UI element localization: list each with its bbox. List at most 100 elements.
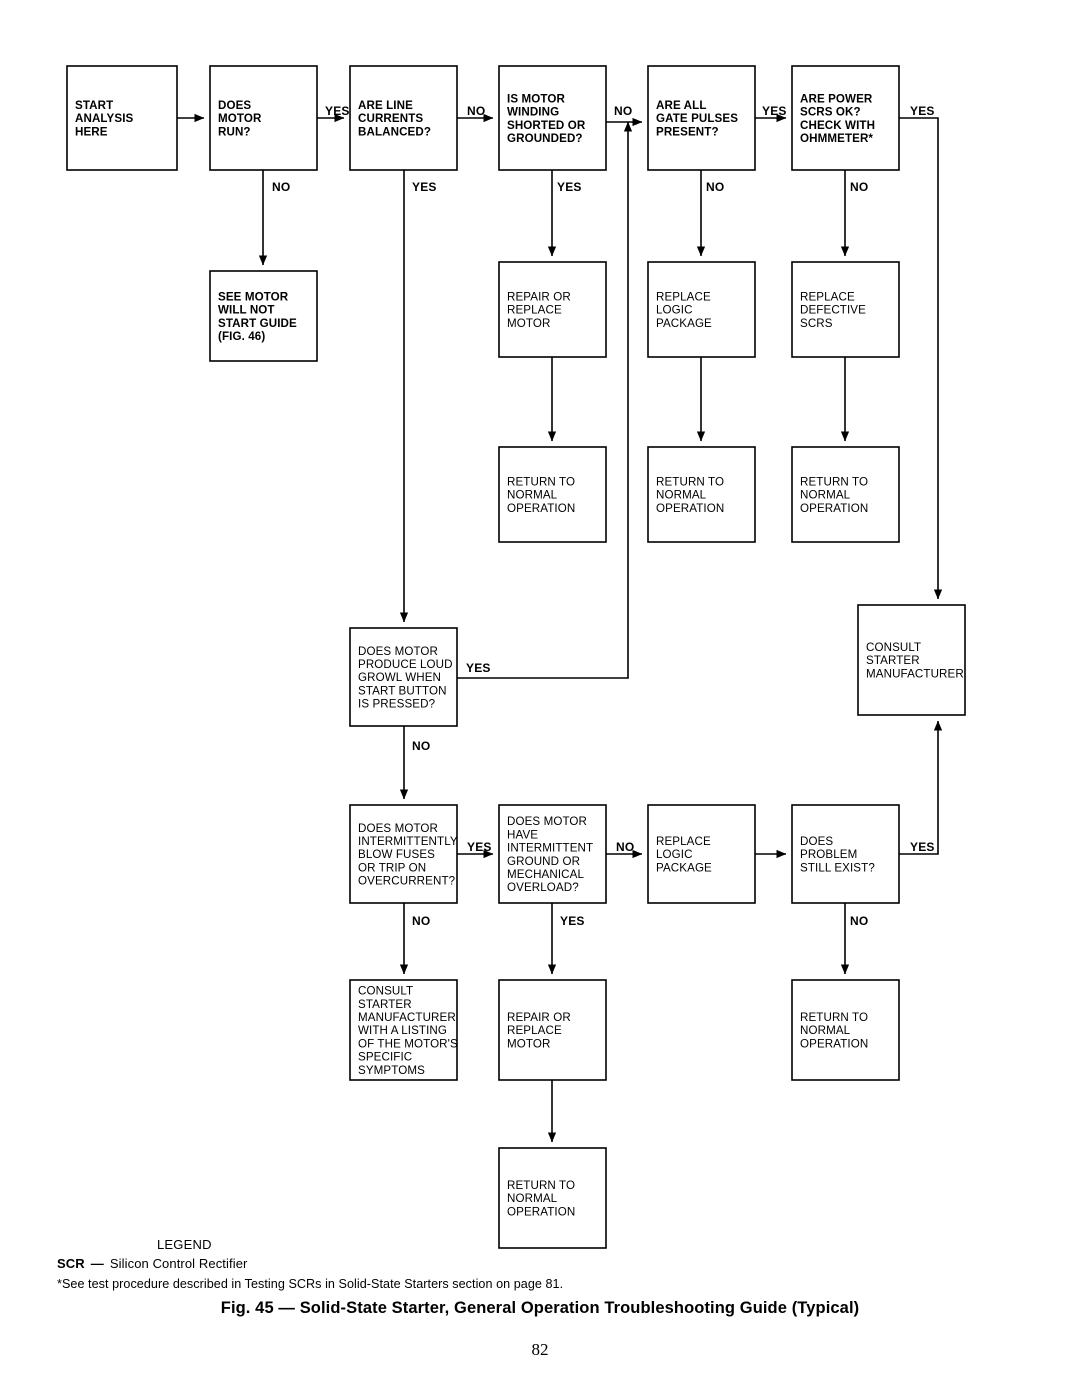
edge-label-blow_fuses-consult2: NO (412, 914, 430, 928)
node-text-return5-line-2: OPERATION (507, 1205, 575, 1218)
node-text-return3-line-1: NORMAL (800, 489, 851, 502)
node-text-return4-line-0: RETURN TO (800, 1011, 868, 1024)
legend-meaning: Silicon Control Rectifier (109, 1256, 248, 1271)
node-scrs_ok: ARE POWERSCRS OK?CHECK WITHOHMMETER* (791, 65, 900, 171)
node-interm_gnd: DOES MOTORHAVEINTERMITTENTGROUND ORMECHA… (498, 804, 607, 904)
node-growl: DOES MOTORPRODUCE LOUDGROWL WHENSTART BU… (349, 627, 458, 727)
node-text-motor_run-line-2: RUN? (218, 125, 251, 138)
node-text-winding-line-2: SHORTED OR (507, 119, 586, 132)
node-text-line_bal-line-2: BALANCED? (358, 125, 431, 138)
node-text-scrs_ok-line-2: CHECK WITH (800, 119, 875, 132)
node-text-repair1-line-2: MOTOR (507, 317, 550, 330)
node-text-line_bal-line-1: CURRENTS (358, 112, 423, 125)
node-start: STARTANALYSISHERE (66, 65, 178, 171)
node-text-repscrs-line-0: REPLACE (800, 291, 855, 304)
node-text-interm_gnd-line-3: GROUND OR (507, 855, 580, 868)
edge-label-gate_pulses-scrs_ok: YES (762, 104, 787, 118)
node-text-interm_gnd-line-0: DOES MOTOR (507, 815, 587, 828)
node-text-replogic2-line-0: REPLACE (656, 835, 711, 848)
node-text-return1-line-2: OPERATION (507, 502, 575, 515)
node-return1: RETURN TONORMALOPERATION (498, 446, 607, 543)
node-text-gate_pulses-line-1: GATE PULSES (656, 112, 738, 125)
edge-label-line_bal-growl: YES (412, 180, 437, 194)
node-replogic2: REPLACELOGICPACKAGE (647, 804, 756, 904)
node-text-return3-line-0: RETURN TO (800, 476, 868, 489)
edge-label-growl-gate_pulses: YES (466, 661, 491, 675)
edge-label-prob_exist-return4: NO (850, 914, 868, 928)
node-text-repair2-line-2: MOTOR (507, 1037, 550, 1050)
node-text-consult2-line-5: SPECIFIC (358, 1051, 412, 1064)
node-text-blow_fuses-line-3: OR TRIP ON (358, 861, 426, 874)
legend-abbr: SCR (57, 1256, 85, 1271)
node-text-growl-line-3: START BUTTON (358, 684, 447, 697)
node-text-line_bal-line-0: ARE LINE (358, 99, 413, 112)
edge-label-motor_run-see_guide: NO (272, 180, 290, 194)
edge-label-gate_pulses-replogic1: NO (706, 180, 724, 194)
edge-label-interm_gnd-repair2: YES (560, 914, 585, 928)
node-text-consult1-line-0: CONSULT (866, 641, 921, 654)
node-text-return2-line-2: OPERATION (656, 502, 724, 515)
node-text-consult2-line-6: SYMPTOMS (358, 1064, 425, 1077)
node-text-return3-line-2: OPERATION (800, 502, 868, 515)
node-text-return5-line-1: NORMAL (507, 1192, 558, 1205)
node-text-interm_gnd-line-2: INTERMITTENT (507, 842, 593, 855)
legend-title: LEGEND (157, 1237, 212, 1252)
node-text-return4-line-2: OPERATION (800, 1037, 868, 1050)
node-return5: RETURN TONORMALOPERATION (498, 1147, 607, 1249)
node-text-prob_exist-line-2: STILL EXIST? (800, 861, 875, 874)
node-text-consult1-line-1: STARTER (866, 654, 920, 667)
legend-entry-scr: SCR — Silicon Control Rectifier (57, 1254, 1080, 1274)
edge-label-prob_exist-consult1: YES (910, 840, 935, 854)
node-text-growl-line-0: DOES MOTOR (358, 645, 438, 658)
edge-scrs_ok-to-consult1 (899, 117, 943, 600)
node-text-repair1-line-1: REPLACE (507, 304, 562, 317)
node-text-repscrs-line-1: DEFECTIVE (800, 304, 866, 317)
edge-label-winding-gate_pulses: NO (614, 104, 632, 118)
edge-label-blow_fuses-interm_gnd: YES (467, 840, 492, 854)
node-text-consult2-line-3: WITH A LISTING (358, 1024, 447, 1037)
edge-label-scrs_ok-consult1: YES (910, 104, 935, 118)
node-repair1: REPAIR ORREPLACEMOTOR (498, 261, 607, 358)
node-text-growl-line-4: IS PRESSED? (358, 698, 436, 711)
node-text-interm_gnd-line-4: MECHANICAL (507, 868, 584, 881)
node-text-winding-line-0: IS MOTOR (507, 92, 565, 105)
node-motor_run: DOESMOTORRUN? (209, 65, 318, 171)
node-return4: RETURN TONORMALOPERATION (791, 979, 900, 1081)
node-text-gate_pulses-line-2: PRESENT? (656, 125, 719, 138)
node-layer: STARTANALYSISHERE DOESMOTORRUN? ARE LINECU… (66, 65, 966, 1249)
node-text-scrs_ok-line-3: OHMMETER* (800, 132, 873, 145)
node-text-replogic2-line-2: PACKAGE (656, 861, 712, 874)
node-text-interm_gnd-line-5: OVERLOAD? (507, 881, 579, 894)
node-text-scrs_ok-line-0: ARE POWER (800, 92, 873, 105)
edge-label-line_bal-winding: NO (467, 104, 485, 118)
edge-label-winding-repair1: YES (557, 180, 582, 194)
node-winding: IS MOTORWINDINGSHORTED ORGROUNDED? (498, 65, 607, 171)
edge-label-motor_run-line_bal: YES (325, 104, 350, 118)
node-text-return4-line-1: NORMAL (800, 1024, 851, 1037)
node-text-replogic1-line-0: REPLACE (656, 291, 711, 304)
node-text-consult2-line-4: OF THE MOTOR'S (358, 1037, 458, 1050)
node-text-consult1-line-2: MANUFACTURER (866, 667, 964, 680)
node-prob_exist: DOESPROBLEMSTILL EXIST? (791, 804, 900, 904)
node-text-see_guide-line-3: (FIG. 46) (218, 330, 265, 343)
node-text-start-line-2: HERE (75, 125, 108, 138)
node-text-replogic1-line-2: PACKAGE (656, 317, 712, 330)
node-text-consult2-line-1: STARTER (358, 998, 412, 1011)
node-text-consult2-line-0: CONSULT (358, 985, 413, 998)
node-text-return2-line-1: NORMAL (656, 489, 707, 502)
node-text-prob_exist-line-1: PROBLEM (800, 848, 857, 861)
node-text-scrs_ok-line-1: SCRS OK? (800, 106, 861, 119)
node-consult1: CONSULTSTARTERMANUFACTURER (857, 604, 966, 716)
node-text-return1-line-1: NORMAL (507, 489, 558, 502)
node-blow_fuses: DOES MOTORINTERMITTENTLYBLOW FUSESOR TRI… (349, 804, 458, 904)
edge-label-interm_gnd-replogic2: NO (616, 840, 634, 854)
node-text-winding-line-3: GROUNDED? (507, 132, 583, 145)
node-text-gate_pulses-line-0: ARE ALL (656, 99, 707, 112)
node-text-repair2-line-0: REPAIR OR (507, 1011, 571, 1024)
node-text-blow_fuses-line-4: OVERCURRENT? (358, 875, 456, 888)
node-text-replogic2-line-1: LOGIC (656, 848, 693, 861)
node-text-start-line-0: START (75, 99, 113, 112)
edge-growl-to-gate_pulses (457, 121, 633, 679)
node-consult2: CONSULTSTARTERMANUFACTURERWITH A LISTING… (349, 979, 458, 1081)
node-return2: RETURN TONORMALOPERATION (647, 446, 756, 543)
